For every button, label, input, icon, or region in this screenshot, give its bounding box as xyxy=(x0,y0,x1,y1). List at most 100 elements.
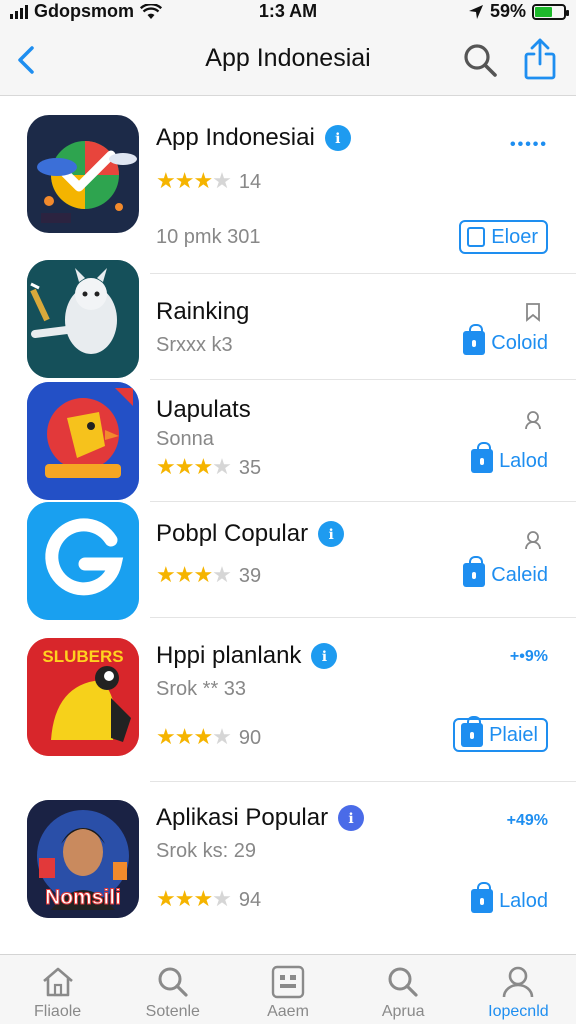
verified-badge-icon: ℹ xyxy=(324,125,351,151)
person-icon[interactable] xyxy=(524,530,542,550)
stars-empty: ★ xyxy=(212,724,232,749)
rank-change: +•9% xyxy=(509,648,548,665)
app-title: Uapulats xyxy=(156,396,251,423)
location-arrow-icon xyxy=(468,4,483,19)
tab-bar: Fliaole Sotenle Aaem Aprua Iopecnld xyxy=(0,954,576,1024)
app-icon[interactable]: Nomsili xyxy=(27,800,139,918)
get-button[interactable]: Coloid xyxy=(463,324,548,360)
lock-icon xyxy=(471,442,494,473)
stars-empty: ★ xyxy=(212,168,232,193)
verified-badge-icon: ℹ xyxy=(311,643,338,669)
app-name: Aplikasi Popular ℹ xyxy=(156,804,365,832)
tab-search[interactable]: Sotenle xyxy=(115,955,230,1024)
app-title: App Indonesiai xyxy=(156,124,315,151)
tab-label: Iopecnld xyxy=(488,1003,549,1020)
stars-filled: ★★★ xyxy=(156,168,213,193)
share-icon[interactable] xyxy=(520,36,560,82)
battery-icon xyxy=(532,3,569,20)
app-title: Rainking xyxy=(156,298,250,325)
tab-label: Aprua xyxy=(381,1003,425,1020)
tab-label: Sotenle xyxy=(145,1003,200,1020)
list-item[interactable]: App Indonesiai ℹ ★★★★ 14 10 pmk 301 •••••… xyxy=(0,96,576,274)
stars-filled: ★★★ xyxy=(156,454,213,479)
rank-change: +49% xyxy=(506,812,548,829)
get-button-label: Lalod xyxy=(499,449,548,472)
tab-label: Aaem xyxy=(267,1003,309,1020)
apps-icon xyxy=(271,965,305,999)
square-icon xyxy=(467,227,486,247)
stars-filled: ★★★ xyxy=(156,886,213,911)
get-button[interactable]: Plaiel xyxy=(453,716,548,752)
star-rating: ★★★★ 94 xyxy=(156,886,261,912)
list-item[interactable]: Rainking Srxxx k3 Coloid xyxy=(0,260,576,380)
star-rating: ★★★★ 14 xyxy=(156,168,261,194)
list-item[interactable]: Nomsili Aplikasi Popular ℹ Srok ks: 29 ★… xyxy=(0,782,576,954)
app-meta: Srxxx k3 xyxy=(156,334,233,356)
tab-profile[interactable]: Iopecnld xyxy=(461,955,576,1024)
verified-badge-icon: ℹ xyxy=(318,521,345,547)
status-right: 59% xyxy=(468,1,569,22)
app-name: Pobpl Copular ℹ xyxy=(156,520,345,548)
app-icon[interactable] xyxy=(27,115,139,233)
star-rating: ★★★★ 39 xyxy=(156,562,261,588)
app-list: App Indonesiai ℹ ★★★★ 14 10 pmk 301 •••••… xyxy=(0,96,576,954)
status-bar: Gdopsmom 1:3 AM 59% xyxy=(0,0,576,26)
lock-icon xyxy=(461,716,484,747)
star-rating: ★★★★ 35 xyxy=(156,454,261,480)
app-name: Rainking xyxy=(156,298,249,326)
battery-fill xyxy=(535,6,552,17)
bookmark-icon[interactable] xyxy=(524,302,542,322)
lock-icon xyxy=(463,556,486,587)
rating-count: 94 xyxy=(238,889,262,911)
app-title: Hppi planlank xyxy=(156,642,302,669)
app-icon[interactable] xyxy=(27,502,139,620)
app-icon[interactable] xyxy=(27,260,139,378)
person-icon[interactable] xyxy=(524,410,542,430)
get-button-label: Plaiel xyxy=(489,723,538,746)
search-icon xyxy=(158,967,188,997)
app-meta: 10 pmk 301 xyxy=(156,226,261,248)
list-item[interactable]: Uapulats Sonna ★★★★ 35 Lalod xyxy=(0,380,576,502)
stars-filled: ★★★ xyxy=(156,724,213,749)
get-button-label: Eloer xyxy=(491,225,538,248)
list-item[interactable]: SLUBERS Hppi planlank ℹ Srok ** 33 ★★★★ 9… xyxy=(0,618,576,782)
search-icon xyxy=(388,967,418,997)
icon-text: Nomsili xyxy=(45,886,121,909)
lock-icon xyxy=(463,324,486,355)
stars-empty: ★ xyxy=(212,886,232,911)
more-dots-icon[interactable]: ••••• xyxy=(510,136,548,154)
navigation-bar: App Indonesiai xyxy=(0,26,576,96)
app-icon[interactable] xyxy=(27,382,139,500)
icon-text: SLUBERS xyxy=(42,647,123,666)
get-button[interactable]: Caleid xyxy=(463,556,548,592)
get-button[interactable]: Lalod xyxy=(471,882,548,918)
get-button-label: Caleid xyxy=(491,563,548,586)
app-title: Aplikasi Popular xyxy=(156,804,329,831)
stars-empty: ★ xyxy=(212,454,232,479)
battery-percent: 59% xyxy=(489,1,526,21)
tab-label: Fliaole xyxy=(34,1003,82,1020)
app-name: Uapulats xyxy=(156,396,251,424)
app-icon[interactable]: SLUBERS xyxy=(27,638,139,756)
search-icon[interactable] xyxy=(460,40,500,80)
get-button[interactable]: Eloer xyxy=(459,220,548,254)
tab-home[interactable]: Fliaole xyxy=(0,955,115,1024)
rating-count: 14 xyxy=(238,171,262,193)
get-button[interactable]: Lalod xyxy=(471,442,548,478)
app-name: App Indonesiai ℹ xyxy=(156,124,351,152)
get-button-label: Lalod xyxy=(499,889,548,912)
app-name: Hppi planlank ℹ xyxy=(156,642,338,670)
list-item[interactable]: Pobpl Copular ℹ ★★★★ 39 Caleid xyxy=(0,502,576,620)
star-rating: ★★★★ 90 xyxy=(156,724,261,750)
home-icon xyxy=(42,967,73,997)
app-meta: Srok ** 33 xyxy=(156,678,247,700)
tab-apps[interactable]: Aaem xyxy=(230,955,345,1024)
get-button-label: Coloid xyxy=(491,331,548,354)
person-icon xyxy=(503,966,534,998)
verified-badge-icon: ℹ xyxy=(338,805,365,831)
app-title: Pobpl Copular xyxy=(156,520,309,547)
rating-count: 39 xyxy=(238,565,262,587)
lock-icon xyxy=(471,882,494,913)
rating-count: 35 xyxy=(238,457,262,479)
tab-search-2[interactable]: Aprua xyxy=(346,955,461,1024)
